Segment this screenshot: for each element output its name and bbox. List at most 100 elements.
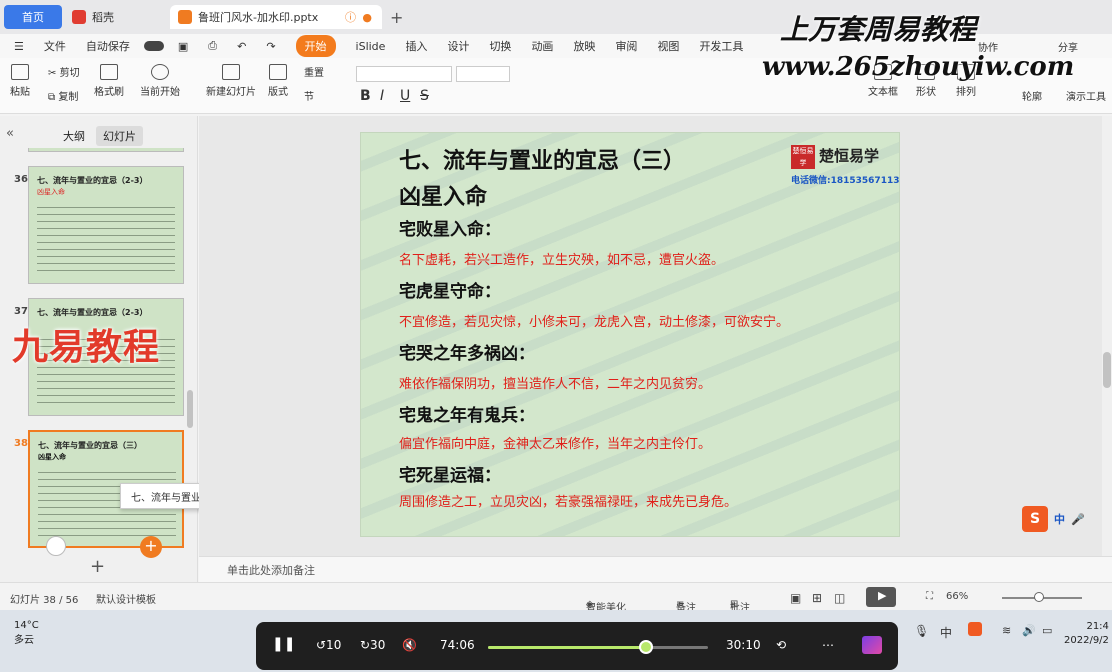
clipchamp-icon[interactable]: [862, 636, 882, 654]
bold-icon[interactable]: B: [360, 88, 371, 104]
slide-thumbnail-36[interactable]: 七、流年与置业的宜忌（2-3） 凶星入命: [28, 166, 184, 284]
undo-icon[interactable]: ↶: [237, 40, 246, 53]
menu-review[interactable]: 审阅: [615, 38, 637, 54]
paste-button[interactable]: 粘贴: [10, 64, 30, 98]
slideshow-current-button[interactable]: 当前开始: [140, 64, 180, 98]
ime-indicator-icon[interactable]: 中: [940, 624, 952, 641]
tab-document[interactable]: 鲁班门风水-加水印.pptx ⓘ ●: [170, 5, 382, 29]
menu-developer[interactable]: 开发工具: [699, 38, 743, 54]
textbox-label: 文本框: [868, 87, 898, 98]
sogou-tray-icon[interactable]: [968, 622, 982, 636]
sidebar-scrollbar[interactable]: [187, 390, 193, 428]
arrange-label: 排列: [956, 87, 976, 98]
italic-icon[interactable]: I: [380, 88, 384, 104]
slide-thumbnail-prev-edge[interactable]: [28, 148, 184, 152]
font-size-select[interactable]: [456, 66, 510, 82]
strikethrough-icon[interactable]: S: [420, 88, 429, 104]
warning-icon: ⓘ: [345, 11, 356, 24]
save-icon[interactable]: ▣: [178, 40, 188, 53]
item-text: 难依作福保阴功，擅当造作人不信，二年之内见贫穷。: [399, 377, 712, 392]
menu-start[interactable]: 开始: [295, 35, 336, 57]
forward-30-icon[interactable]: ↻30: [360, 638, 385, 652]
volume-icon[interactable]: 🔊: [1022, 624, 1036, 637]
present-tool-button[interactable]: 演示工具: [1066, 88, 1106, 103]
reset-button[interactable]: 重置: [304, 64, 324, 79]
thumbnail-title: 七、流年与置业的宜忌（2-3）: [37, 308, 148, 317]
notes-pane[interactable]: 单击此处添加备注: [199, 556, 1112, 582]
thumbnail-number: 37: [14, 306, 28, 317]
format-painter-button[interactable]: 格式刷: [94, 64, 124, 98]
item-heading: 宅鬼之年有鬼兵：: [399, 406, 535, 426]
reading-view-icon[interactable]: ◫: [834, 591, 845, 605]
grid-view-icon[interactable]: ⊞: [812, 591, 822, 605]
print-icon[interactable]: ⎙: [208, 39, 217, 53]
menu-autosave[interactable]: 自动保存: [86, 38, 130, 54]
pause-icon[interactable]: ❚❚: [272, 636, 295, 652]
ime-mode[interactable]: 中: [1054, 511, 1065, 527]
item-text: 周围修造之工，立见灾凶，若豪强福禄旺，来成先已身危。: [399, 495, 738, 510]
menu-file[interactable]: 文件: [44, 38, 66, 54]
current-slide[interactable]: 七、流年与置业的宜忌（三） 凶星入命 楚恒易学 楚恒易学 电话微信:181535…: [360, 132, 900, 537]
thumbnail-text-lines: [37, 201, 175, 271]
sidebar-tabs: 大纲 幻灯片: [56, 126, 143, 146]
cut-label: 剪切: [59, 68, 80, 79]
tab-docer[interactable]: 稻壳: [64, 5, 168, 29]
copy-icon: ⧉: [48, 92, 56, 103]
watermark-title: 上万套周易教程: [780, 13, 977, 46]
template-name[interactable]: 默认设计模板: [96, 591, 156, 606]
menu-islide[interactable]: iSlide: [356, 40, 386, 53]
zoom-slider-knob[interactable]: [1034, 592, 1044, 602]
item-heading: 宅败星入命：: [399, 220, 501, 240]
font-family-select[interactable]: [356, 66, 452, 82]
mic-icon[interactable]: 🎙: [914, 624, 929, 638]
layout-label: 版式: [268, 87, 288, 98]
tab-home[interactable]: 首页: [4, 5, 62, 29]
fit-icon[interactable]: ⛶: [926, 591, 933, 602]
add-icon[interactable]: +: [140, 536, 162, 558]
system-clock[interactable]: 21:4 2022/9/2: [1064, 620, 1109, 648]
menu-insert[interactable]: 插入: [405, 38, 427, 54]
clock-time: 21:4: [1086, 621, 1109, 632]
menu-animation[interactable]: 动画: [531, 38, 553, 54]
menu-design[interactable]: 设计: [447, 38, 469, 54]
sogou-icon[interactable]: S: [1022, 506, 1048, 532]
add-slide-icon[interactable]: +: [90, 556, 105, 577]
battery-icon[interactable]: ▭: [1042, 624, 1052, 637]
outline-button[interactable]: 轮廓: [1022, 88, 1042, 103]
item-heading: 宅虎星守命：: [399, 282, 501, 302]
new-tab-icon[interactable]: +: [390, 8, 403, 27]
underline-icon[interactable]: U: [400, 88, 410, 104]
collapse-icon[interactable]: «: [6, 126, 14, 141]
docer-icon: [72, 10, 86, 24]
tab-home-label: 首页: [22, 11, 44, 24]
layout-button[interactable]: 版式: [268, 64, 288, 98]
tab-slides[interactable]: 幻灯片: [96, 126, 143, 146]
more-options-icon[interactable]: ⋯: [822, 638, 834, 652]
rewind-10-icon[interactable]: ↺10: [316, 638, 341, 652]
redo-icon[interactable]: ↷: [266, 40, 275, 53]
cut-button[interactable]: ✂ 剪切: [48, 64, 80, 79]
weather-widget[interactable]: 14°C 多云: [14, 620, 39, 646]
wifi-icon[interactable]: ≋: [1002, 624, 1011, 637]
mic-icon[interactable]: 🎤: [1071, 513, 1085, 526]
thumbnail-subtitle: 凶星入命: [38, 453, 66, 461]
zoom-level[interactable]: 66%: [946, 591, 968, 602]
menu-slideshow[interactable]: 放映: [573, 38, 595, 54]
play-from-here-icon[interactable]: [46, 536, 66, 556]
tab-outline[interactable]: 大纲: [56, 126, 92, 146]
hamburger-icon[interactable]: ☰: [14, 40, 24, 53]
ime-toolbar[interactable]: S 中 🎤: [1022, 505, 1112, 533]
brand-name: 楚恒易学: [819, 147, 880, 165]
loop-off-icon[interactable]: ⟲: [776, 638, 786, 652]
menu-view[interactable]: 视图: [657, 38, 679, 54]
canvas-scrollbar-thumb[interactable]: [1103, 352, 1111, 388]
seek-knob[interactable]: [639, 640, 654, 654]
normal-view-icon[interactable]: ▣: [790, 591, 801, 605]
mute-icon[interactable]: 🔇: [402, 638, 417, 652]
toggle-icon[interactable]: [143, 41, 164, 51]
copy-button[interactable]: ⧉ 复制: [48, 88, 78, 103]
section-button[interactable]: 节: [304, 88, 314, 103]
seek-bar-fill: [488, 646, 647, 649]
menu-transition[interactable]: 切换: [489, 38, 511, 54]
new-slide-button[interactable]: 新建幻灯片: [206, 64, 256, 98]
